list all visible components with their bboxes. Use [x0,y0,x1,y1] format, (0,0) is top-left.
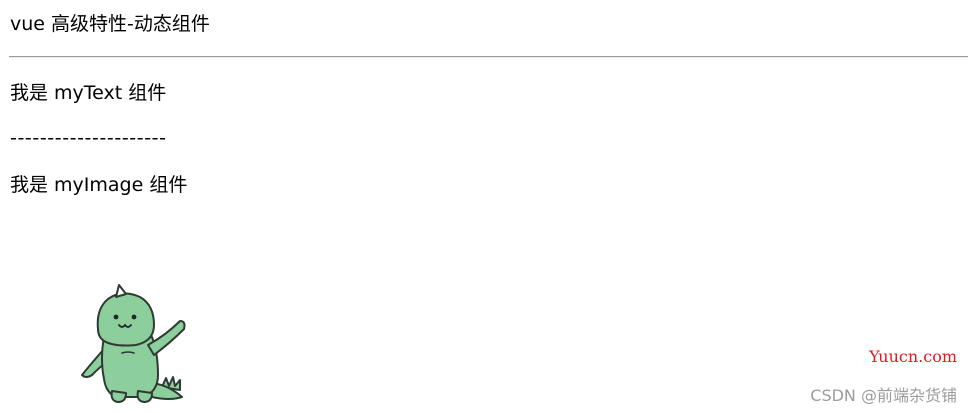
dinosaur-icon [81,284,186,403]
my-image-component-label: 我是 myImage 组件 [10,174,188,196]
yuucn-watermark: Yuucn.com [869,347,957,366]
separator-dashes: --------------------- [10,127,167,149]
my-text-component: 我是 myText 组件 [10,82,167,104]
horizontal-rule [9,56,968,58]
page-title: vue 高级特性-动态组件 [10,13,210,35]
csdn-watermark: CSDN @前端杂货铺 [810,386,957,405]
